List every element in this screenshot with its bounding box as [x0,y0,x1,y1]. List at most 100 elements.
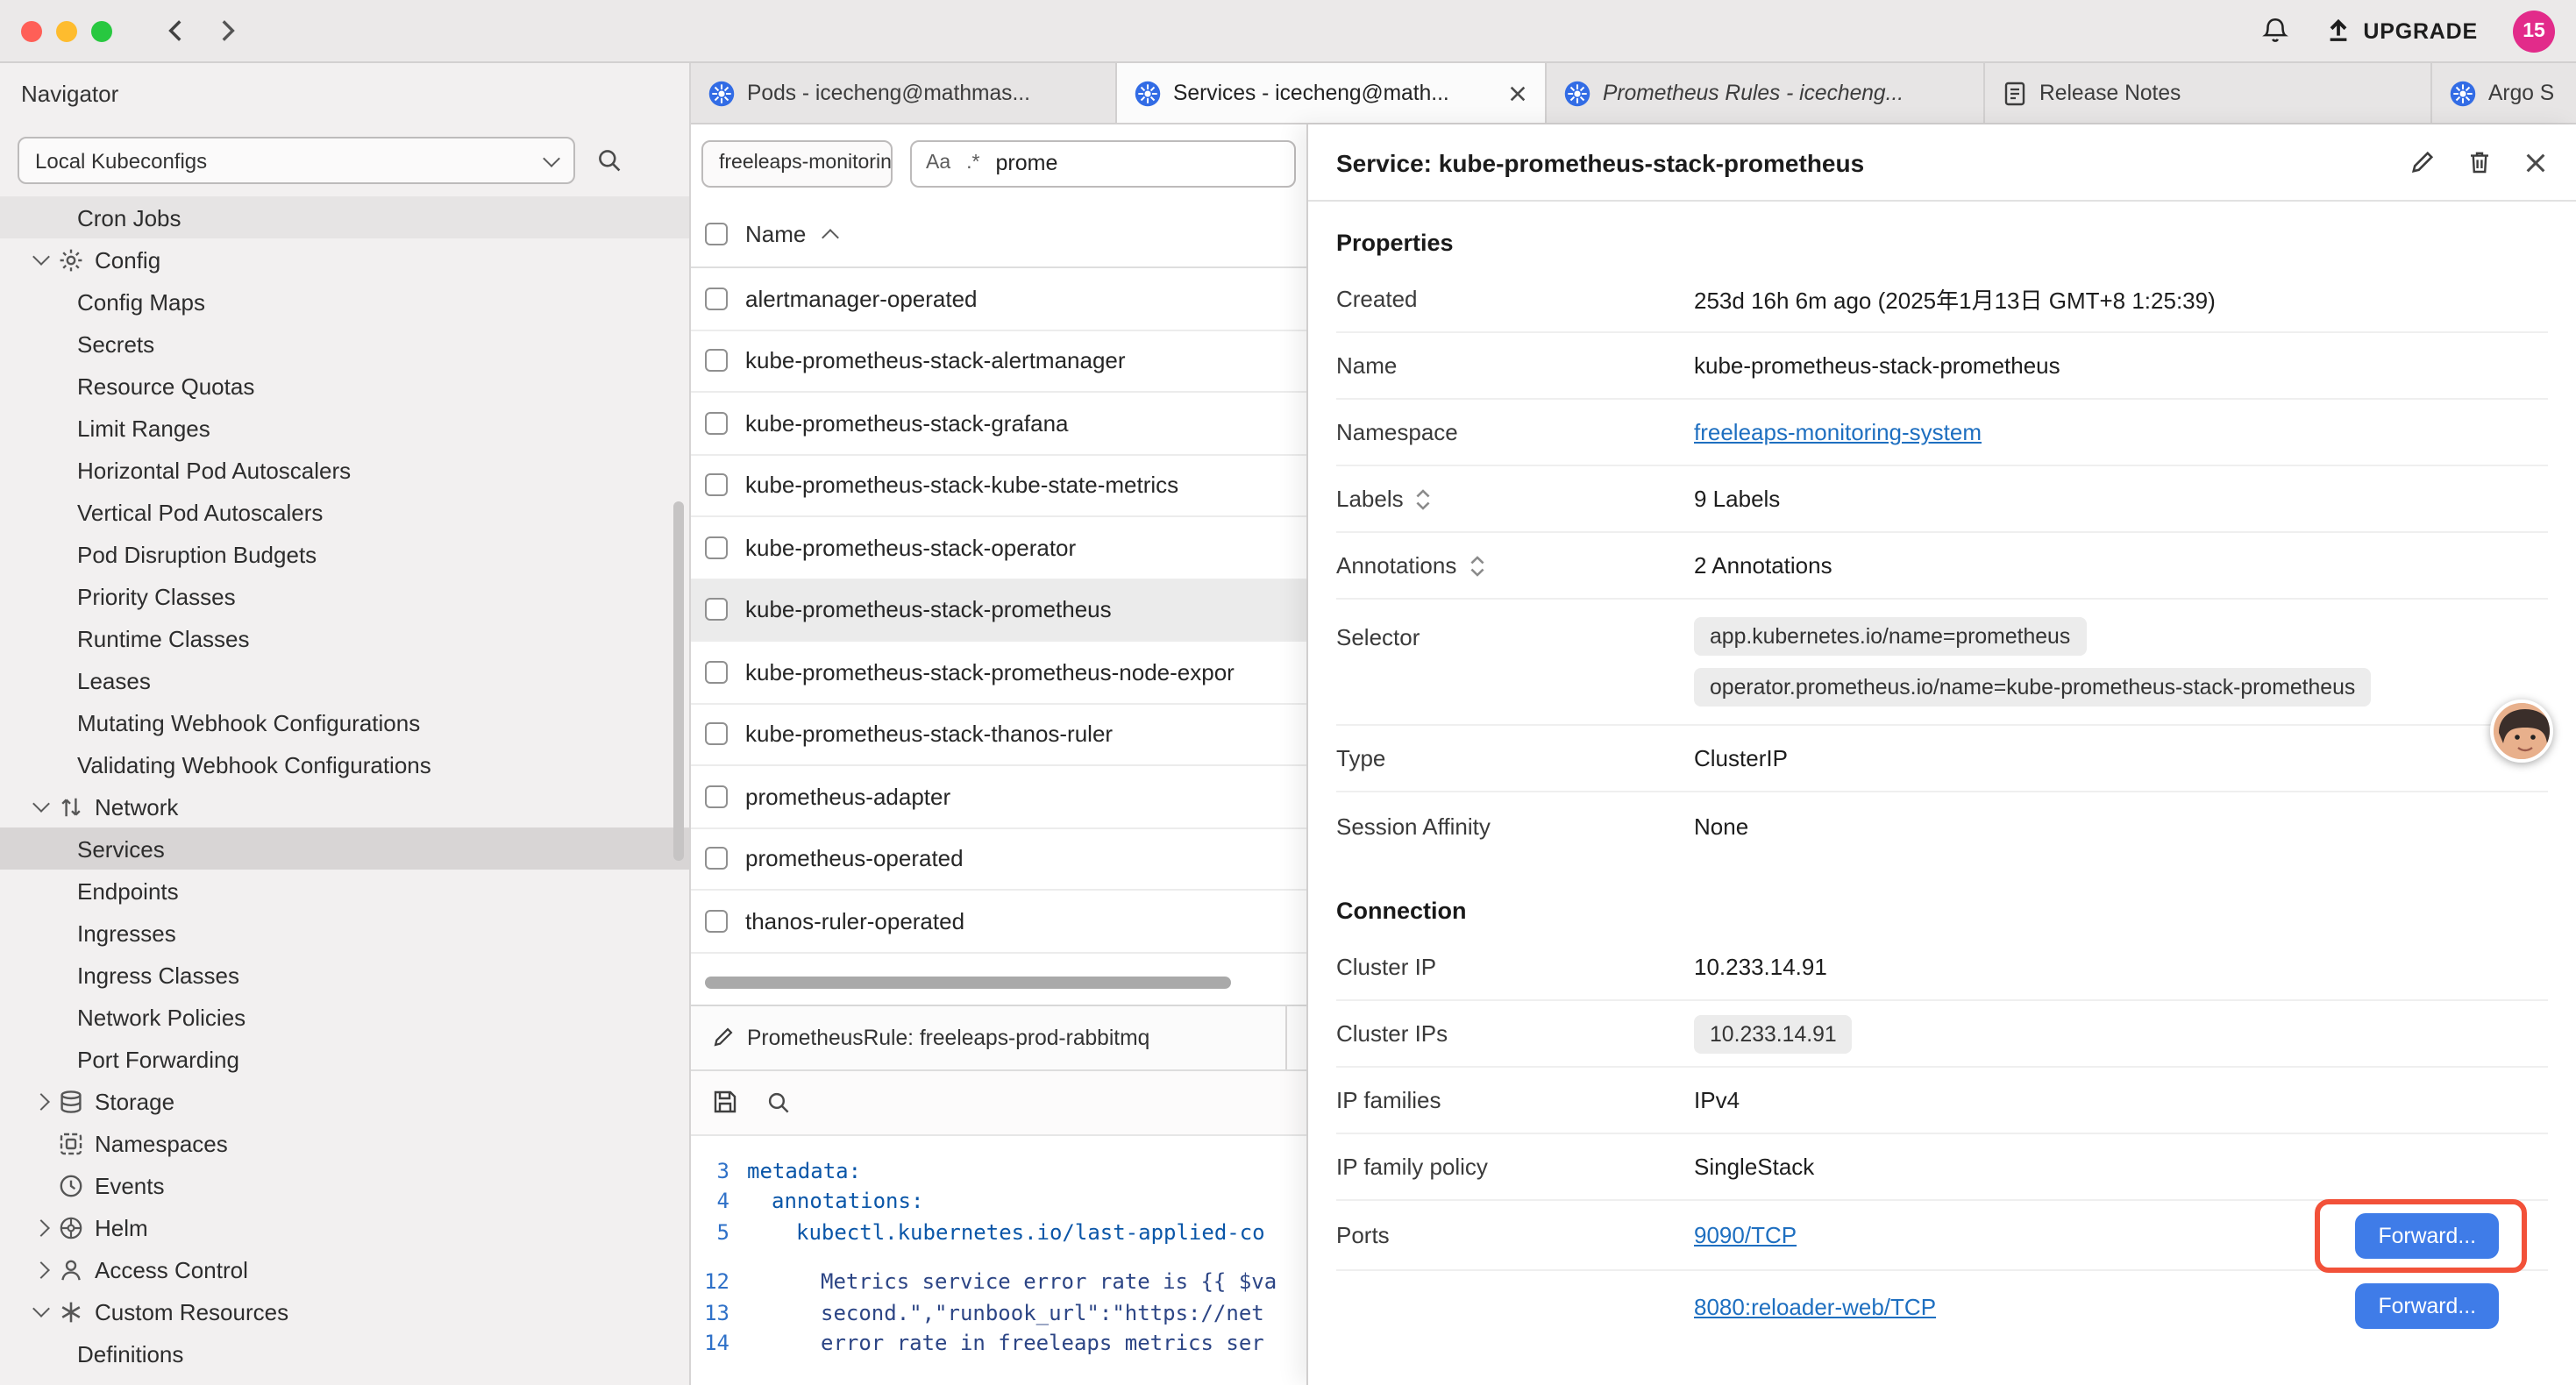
window-maximize-button[interactable] [91,20,112,41]
save-button[interactable] [712,1089,738,1115]
sidebar-item-mutating-webhook-configurations[interactable]: Mutating Webhook Configurations [0,701,689,743]
expand-collapse-icon[interactable] [1414,488,1434,509]
sidebar-item-events[interactable]: Events [0,1164,689,1206]
sidebar-item-resource-quotas[interactable]: Resource Quotas [0,365,689,407]
sidebar-item-secrets[interactable]: Secrets [0,323,689,365]
table-row[interactable]: alertmanager-operated [691,268,1306,330]
horizontal-scrollbar[interactable] [691,953,1306,1005]
editor-tab-prometheusrule[interactable]: PrometheusRule: freeleaps-prod-rabbitmq [691,1005,1287,1069]
table-row[interactable]: kube-prometheus-stack-grafana [691,393,1306,455]
name-column-header[interactable]: Name [745,221,806,247]
chevron-right-icon[interactable] [32,1261,50,1278]
delete-button[interactable] [2467,149,2492,175]
table-row[interactable]: kube-prometheus-stack-alertmanager [691,330,1306,393]
window-minimize-button[interactable] [56,20,77,41]
sidebar-item-namespaces[interactable]: Namespaces [0,1122,689,1164]
expand-collapse-icon[interactable] [1467,555,1486,576]
sidebar-item-custom-resources[interactable]: Custom Resources [0,1290,689,1332]
sidebar-item-ingress-classes[interactable]: Ingress Classes [0,954,689,996]
sidebar-item-access-control[interactable]: Access Control [0,1248,689,1290]
forward-button[interactable] [212,16,242,46]
sidebar-search-button[interactable] [596,147,623,174]
namespace-selector[interactable]: freeleaps-monitoring-system [701,139,893,187]
close-tab-icon[interactable] [1508,83,1527,103]
floating-avatar[interactable] [2490,700,2553,763]
row-checkbox[interactable] [705,599,728,621]
yaml-editor[interactable]: 3metadata: 4annotations: 5kubectl.kubern… [691,1135,1306,1385]
scrollbar-thumb[interactable] [705,976,1231,988]
sidebar-item-horizontal-pod-autoscalers[interactable]: Horizontal Pod Autoscalers [0,449,689,491]
kubeconfig-selector[interactable]: Local Kubeconfigs [18,137,575,184]
sidebar-item-pod-disruption-budgets[interactable]: Pod Disruption Budgets [0,533,689,575]
sidebar-item-cron-jobs[interactable]: Cron Jobs [0,196,689,238]
editor-search-button[interactable] [766,1090,791,1114]
row-checkbox[interactable] [705,661,728,684]
upgrade-button[interactable]: UPGRADE [2324,18,2478,44]
sidebar-item-services[interactable]: Services [0,827,689,870]
regex-toggle[interactable]: .* [966,153,979,174]
sidebar-scrollbar[interactable] [673,501,684,861]
table-row[interactable]: kube-prometheus-stack-prometheus-node-ex… [691,642,1306,704]
table-row[interactable]: kube-prometheus-stack-kube-state-metrics [691,455,1306,517]
match-case-toggle[interactable]: Aa [926,153,950,174]
row-checkbox[interactable] [705,848,728,870]
row-checkbox[interactable] [705,536,728,559]
window-close-button[interactable] [21,20,42,41]
row-checkbox[interactable] [705,288,728,310]
table-row[interactable]: thanos-ruler-operated [691,891,1306,953]
table-row[interactable]: kube-prometheus-stack-thanos-ruler [691,704,1306,766]
tab-prometheus-rules[interactable]: Prometheus Rules - icecheng... [1547,63,1985,123]
chevron-right-icon[interactable] [32,1092,50,1110]
tab-argo[interactable]: Argo S [2432,63,2576,123]
row-checkbox[interactable] [705,785,728,808]
row-checkbox[interactable] [705,723,728,746]
row-checkbox[interactable] [705,412,728,435]
sidebar-item-limit-ranges[interactable]: Limit Ranges [0,407,689,449]
sidebar-item-storage[interactable]: Storage [0,1080,689,1122]
row-checkbox[interactable] [705,910,728,933]
table-row[interactable]: prometheus-operated [691,828,1306,891]
property-value[interactable]: 9 Labels [1694,486,1780,512]
sidebar-item-priority-classes[interactable]: Priority Classes [0,575,689,617]
edit-button[interactable] [2409,149,2436,175]
table-row-selected[interactable]: kube-prometheus-stack-prometheus [691,579,1306,642]
chevron-right-icon[interactable] [32,1218,50,1236]
sidebar-item-port-forwarding[interactable]: Port Forwarding [0,1038,689,1080]
filter-input[interactable]: Aa .* prome [910,139,1296,187]
sidebar-item-validating-webhook-configurations[interactable]: Validating Webhook Configurations [0,743,689,785]
select-all-checkbox[interactable] [705,223,728,245]
port-link[interactable]: 8080:reloader-web/TCP [1694,1293,1936,1319]
port-link[interactable]: 9090/TCP [1694,1222,1797,1248]
tab-release-notes[interactable]: Release Notes [1985,63,2432,123]
table-row[interactable]: kube-prometheus-stack-operator [691,517,1306,579]
back-button[interactable] [161,16,191,46]
forward-port-button[interactable]: Forward... [2355,1283,2499,1329]
tab-services[interactable]: Services - icecheng@math... [1117,63,1547,123]
property-value[interactable]: 2 Annotations [1694,552,1832,579]
sort-ascending-icon[interactable] [821,229,838,246]
sidebar-item-config-maps[interactable]: Config Maps [0,281,689,323]
sidebar-item-endpoints[interactable]: Endpoints [0,870,689,912]
sidebar-item-ingresses[interactable]: Ingresses [0,912,689,954]
editor-tab-clipped[interactable] [1287,1005,1306,1069]
row-checkbox[interactable] [705,474,728,497]
row-checkbox[interactable] [705,350,728,373]
sidebar-item-leases[interactable]: Leases [0,659,689,701]
sidebar-item-network-policies[interactable]: Network Policies [0,996,689,1038]
sidebar-item-network[interactable]: Network [0,785,689,827]
close-drawer-button[interactable] [2523,150,2548,174]
sidebar-item-helm[interactable]: Helm [0,1206,689,1248]
forward-port-button[interactable]: Forward... [2355,1212,2499,1258]
tab-pods[interactable]: Pods - icecheng@mathmas... [691,63,1117,123]
notifications-button[interactable] [2259,16,2289,46]
sidebar-item-config[interactable]: Config [0,238,689,281]
sidebar-item-definitions[interactable]: Definitions [0,1332,689,1374]
table-row[interactable]: prometheus-adapter [691,766,1306,828]
notification-count-badge[interactable]: 15 [2513,10,2555,52]
sidebar-item-vertical-pod-autoscalers[interactable]: Vertical Pod Autoscalers [0,491,689,533]
chevron-down-icon[interactable] [32,248,50,266]
chevron-down-icon[interactable] [32,1300,50,1318]
sidebar-item-runtime-classes[interactable]: Runtime Classes [0,617,689,659]
chevron-down-icon[interactable] [32,795,50,813]
namespace-link[interactable]: freeleaps-monitoring-system [1694,419,1982,445]
